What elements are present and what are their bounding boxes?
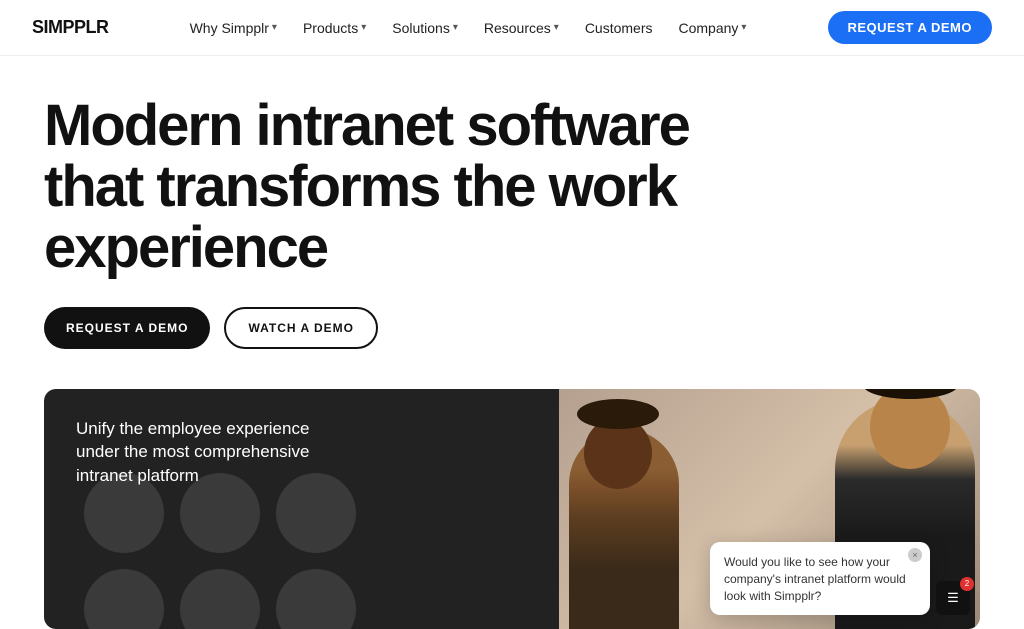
chat-close-button[interactable]: × (908, 548, 922, 562)
banner-circles-decoration (84, 473, 356, 629)
chevron-down-icon: ▾ (361, 22, 366, 33)
banner-photo-panel: × Would you like to see how your company… (559, 389, 980, 629)
nav-request-demo-button[interactable]: REQUEST A DEMO (828, 11, 993, 44)
chevron-down-icon: ▾ (741, 22, 746, 33)
hero-watch-demo-button[interactable]: WATCH A DEMO (224, 307, 378, 349)
circle-6 (276, 569, 356, 629)
hero-headline: Modern intranet software that transforms… (44, 96, 764, 279)
hero-section: Modern intranet software that transforms… (0, 56, 1024, 369)
circle-5 (180, 569, 260, 629)
chat-message: Would you like to see how your company's… (724, 554, 916, 604)
hero-buttons: REQUEST A DEMO WATCH A DEMO (44, 307, 980, 349)
person-2-head (870, 389, 950, 469)
circle-4 (84, 569, 164, 629)
chat-launcher-button[interactable]: ☰ 2 (936, 581, 970, 615)
chat-widget: × Would you like to see how your company… (710, 542, 930, 614)
chat-launcher-icon: ☰ (947, 590, 959, 606)
chevron-down-icon: ▾ (453, 22, 458, 33)
navbar: SIMPPLR Why Simpplr ▾ Products ▾ Solutio… (0, 0, 1024, 56)
hero-banner: Unify the employee experience under the … (44, 389, 980, 629)
logo: SIMPPLR (32, 17, 109, 38)
banner-text: Unify the employee experience under the … (76, 417, 336, 488)
nav-item-customers[interactable]: Customers (575, 16, 663, 40)
nav-links: Why Simpplr ▾ Products ▾ Solutions ▾ Res… (180, 16, 757, 40)
person-1-hair (577, 399, 659, 429)
chevron-down-icon: ▾ (272, 22, 277, 33)
hero-request-demo-button[interactable]: REQUEST A DEMO (44, 307, 210, 349)
nav-item-why-simpplr[interactable]: Why Simpplr ▾ (180, 16, 287, 40)
nav-item-solutions[interactable]: Solutions ▾ (382, 16, 468, 40)
banner-dark-panel: Unify the employee experience under the … (44, 389, 559, 629)
chevron-down-icon: ▾ (554, 22, 559, 33)
nav-item-company[interactable]: Company ▾ (669, 16, 757, 40)
nav-item-resources[interactable]: Resources ▾ (474, 16, 569, 40)
nav-item-products[interactable]: Products ▾ (293, 16, 376, 40)
chat-badge: 2 (960, 577, 974, 591)
